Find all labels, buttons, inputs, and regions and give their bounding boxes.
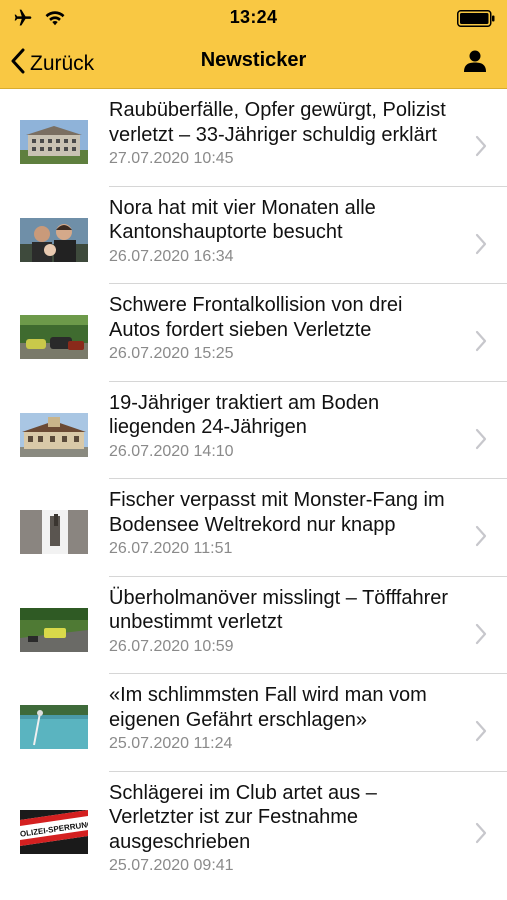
news-thumbnail [20,705,88,749]
news-title: Überholmanöver misslingt – Töfffahrer un… [109,586,449,634]
list-item[interactable]: POLIZEI-SPERRUNG Schlägerei im Club arte… [0,772,507,892]
news-title: Raubüberfälle, Opfer gewürgt, Polizist v… [109,99,446,146]
news-title: Fischer verpasst mit Monster-Fang im Bod… [109,489,445,536]
news-thumbnail [20,315,88,359]
news-title: Schlägerei im Club artet aus – Verletzte… [109,781,377,853]
list-item[interactable]: Überholmanöver misslingt – Töfffahrer un… [0,577,507,674]
chevron-right-icon [475,233,487,260]
chevron-right-icon [475,525,487,552]
news-date: 27.07.2020 10:45 [109,150,234,167]
user-button[interactable] [463,49,487,78]
news-date: 26.07.2020 16:34 [109,247,234,265]
news-thumbnail [20,510,88,554]
list-item[interactable]: Nora hat mit vier Monaten alle Kantonsha… [0,187,507,284]
page-title: Newsticker [200,49,307,71]
chevron-right-icon [475,330,487,357]
news-thumbnail [20,412,88,457]
news-date: 25.07.2020 11:24 [109,735,233,752]
news-thumbnail [20,120,88,164]
user-icon [463,50,487,77]
news-date: 26.07.2020 15:25 [109,345,234,362]
news-title: Schwere Frontalkollision von drei Autos … [109,294,403,341]
news-thumbnail: POLIZEI-SPERRUNG [20,809,88,854]
news-thumbnail [20,217,88,262]
status-time: 13:24 [229,7,278,27]
news-date: 26.07.2020 14:10 [109,442,234,460]
news-title: «Im schlimmsten Fall wird man vom eigene… [109,684,427,731]
battery-icon [457,10,495,32]
news-date: 25.07.2020 09:41 [109,857,234,874]
chevron-right-icon [475,623,487,650]
news-thumbnail [20,607,88,652]
chevron-right-icon [475,720,487,747]
list-item[interactable]: 19-Jähriger traktiert am Boden liegenden… [0,382,507,479]
news-date: 26.07.2020 11:51 [109,540,233,557]
chevron-right-icon [475,428,487,455]
news-title: 19-Jähriger traktiert am Boden liegenden… [109,391,380,439]
status-bar: 13:24 [0,0,507,36]
list-item[interactable]: Schwere Frontalkollision von drei Autos … [0,284,507,382]
navigation-bar: Zurück Newsticker [0,36,507,89]
news-date: 26.07.2020 10:59 [109,637,234,655]
list-item[interactable]: Raubüberfälle, Opfer gewürgt, Polizist v… [0,89,507,187]
list-item[interactable]: Fischer verpasst mit Monster-Fang im Bod… [0,479,507,577]
list-item[interactable]: «Im schlimmsten Fall wird man vom eigene… [0,674,507,772]
news-list: Raubüberfälle, Opfer gewürgt, Polizist v… [0,89,507,892]
chevron-right-icon [475,822,487,849]
news-title: Nora hat mit vier Monaten alle Kantonsha… [109,196,376,244]
chevron-right-icon [475,135,487,162]
